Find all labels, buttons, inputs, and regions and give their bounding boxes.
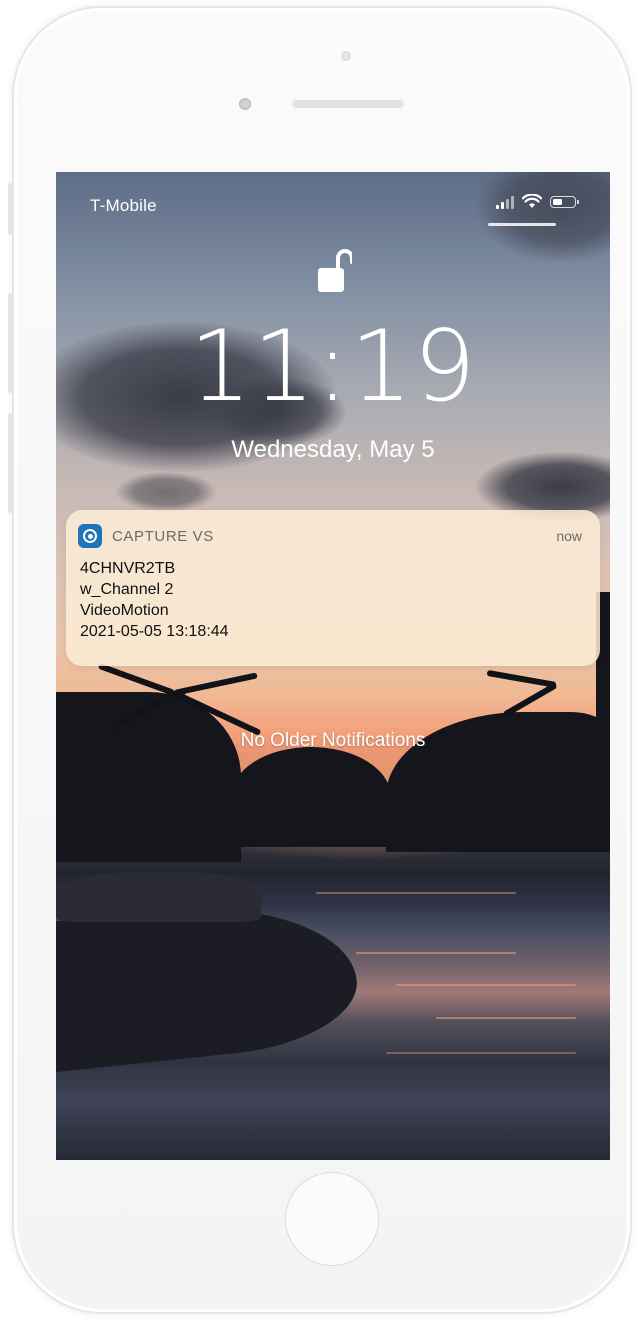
wallpaper-palm-leaf bbox=[173, 672, 258, 696]
unlocked-padlock-icon bbox=[318, 249, 352, 292]
no-older-notifications-label: No Older Notifications bbox=[240, 730, 426, 751]
notification-app-name: CAPTURE VS bbox=[112, 527, 214, 545]
battery-icon bbox=[550, 195, 579, 208]
lock-screen: T-Mobile 11:19 Wednesday, May 5 CAPTURE … bbox=[56, 172, 610, 1160]
wallpaper-water-ripple bbox=[356, 952, 516, 954]
notification-line-device: 4CHNVR2TB bbox=[80, 560, 176, 577]
ring-silent-switch bbox=[8, 183, 13, 235]
wallpaper-cloud bbox=[116, 472, 216, 512]
wallpaper-water-ripple bbox=[436, 1017, 576, 1019]
wallpaper-center-trees bbox=[231, 747, 391, 847]
front-camera bbox=[341, 51, 351, 61]
carrier-label: T-Mobile bbox=[90, 196, 157, 215]
wallpaper-water-ripple bbox=[396, 984, 576, 986]
volume-up-button bbox=[8, 293, 13, 393]
signal-strength-icon bbox=[496, 195, 514, 209]
notification-line-channel: w_Channel 2 bbox=[80, 581, 174, 598]
lock-screen-date: Wednesday, May 5 bbox=[231, 436, 435, 463]
earpiece-speaker bbox=[292, 100, 404, 108]
wifi-icon bbox=[522, 194, 542, 208]
notification-app-info: CAPTURE VS bbox=[78, 524, 214, 548]
notification-line-timestamp: 2021-05-05 13:18:44 bbox=[80, 623, 229, 640]
notification-header: CAPTURE VS now bbox=[78, 524, 582, 548]
notification-line-event: VideoMotion bbox=[80, 602, 169, 619]
wallpaper-lounge-chair bbox=[56, 872, 261, 922]
wallpaper-palm-leaf bbox=[486, 669, 557, 688]
notification-card[interactable]: CAPTURE VS now 4CHNVR2TB w_Channel 2 Vid… bbox=[66, 510, 600, 666]
volume-down-button bbox=[8, 413, 13, 513]
home-button[interactable] bbox=[285, 1172, 379, 1266]
lock-screen-time: 11:19 bbox=[189, 310, 477, 424]
notification-time: now bbox=[556, 528, 582, 544]
wallpaper-left-palms bbox=[56, 692, 241, 862]
capture-vs-app-icon bbox=[78, 524, 102, 548]
status-icons bbox=[496, 194, 579, 209]
control-center-indicator[interactable] bbox=[488, 223, 556, 226]
wallpaper-palm-leaf bbox=[97, 662, 176, 696]
wallpaper-water-ripple bbox=[316, 892, 516, 894]
proximity-sensor bbox=[239, 98, 251, 110]
notification-body: 4CHNVR2TB w_Channel 2 VideoMotion 2021-0… bbox=[80, 558, 229, 642]
wallpaper-cloud bbox=[476, 172, 610, 262]
wallpaper-water-ripple bbox=[386, 1052, 576, 1054]
